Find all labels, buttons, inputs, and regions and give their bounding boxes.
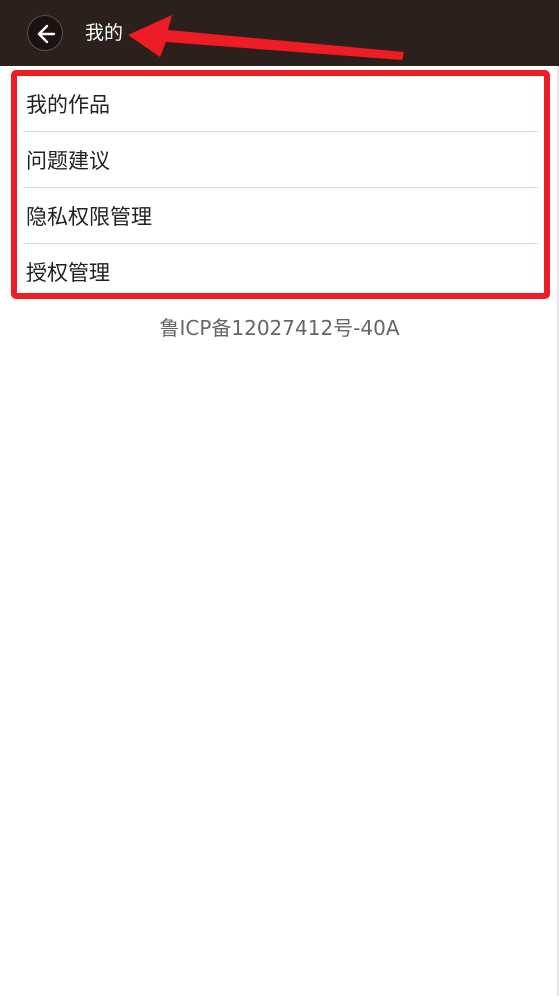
menu-item-feedback[interactable]: 问题建议 xyxy=(17,132,544,188)
page-title: 我的 xyxy=(85,22,124,44)
top-app-bar: 我的 xyxy=(0,0,559,66)
menu-item-my-works[interactable]: 我的作品 xyxy=(17,76,544,132)
menu-item-authorization[interactable]: 授权管理 xyxy=(17,244,544,300)
menu-highlight-frame: 我的作品 问题建议 隐私权限管理 授权管理 xyxy=(11,70,550,299)
menu-item-label: 隐私权限管理 xyxy=(26,205,152,229)
menu-list: 我的作品 问题建议 隐私权限管理 授权管理 xyxy=(17,76,544,300)
back-button[interactable] xyxy=(27,15,63,51)
menu-item-label: 问题建议 xyxy=(26,149,110,173)
menu-item-privacy-permissions[interactable]: 隐私权限管理 xyxy=(17,188,544,244)
menu-item-label: 授权管理 xyxy=(26,261,110,285)
back-arrow-icon xyxy=(37,24,56,44)
icp-license-text: 鲁ICP备12027412号-40A xyxy=(159,316,400,340)
menu-item-label: 我的作品 xyxy=(26,93,110,117)
